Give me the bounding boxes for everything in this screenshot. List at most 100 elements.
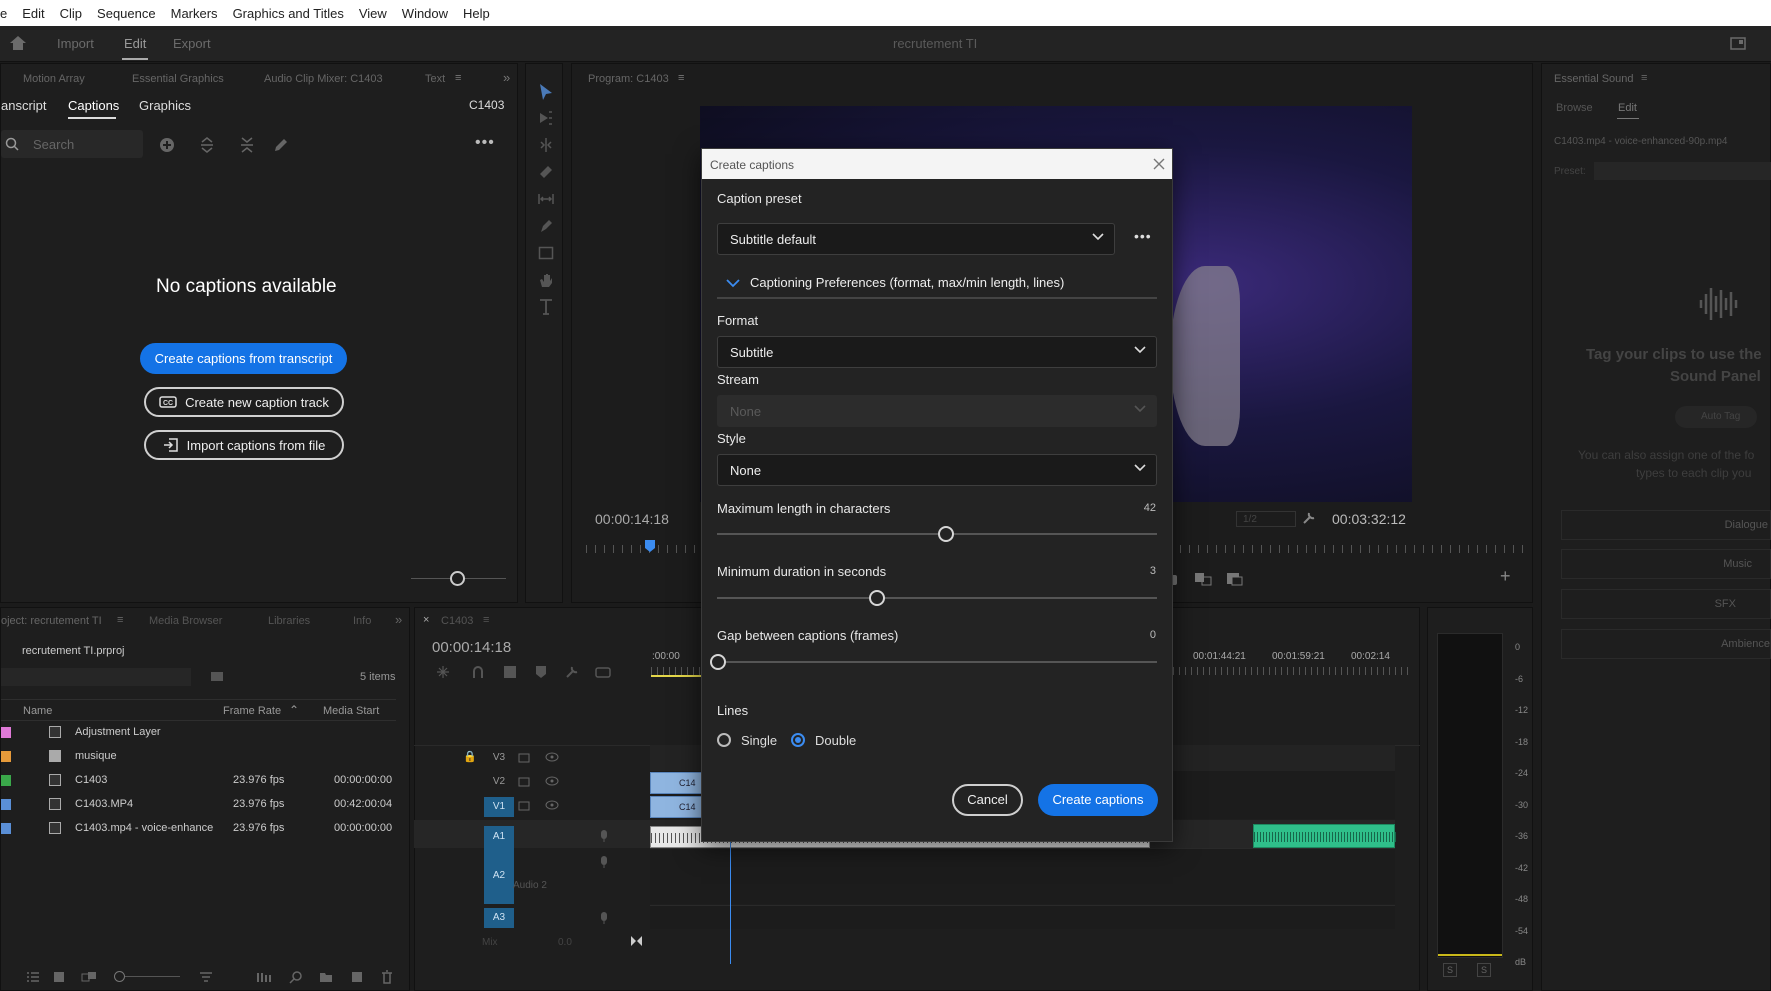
ambience-type-button[interactable]: Ambience — [1561, 629, 1771, 659]
subtab-transcript[interactable]: anscript — [1, 98, 47, 113]
v1-toggle-output-icon[interactable] — [518, 800, 530, 812]
pen-icon[interactable] — [538, 218, 554, 234]
linked-icon[interactable] — [503, 665, 517, 679]
trash-icon[interactable] — [381, 970, 393, 984]
edit-tab[interactable]: Edit — [124, 36, 146, 51]
slip-icon[interactable] — [538, 191, 554, 207]
add-caption-icon[interactable] — [159, 137, 175, 153]
a2-label[interactable]: A2 — [484, 848, 514, 904]
double-radio[interactable] — [791, 733, 805, 747]
max-length-knob[interactable] — [938, 526, 954, 542]
tab-essential-graphics[interactable]: Essential Graphics — [132, 73, 224, 85]
v2-label[interactable]: V2 — [484, 772, 514, 792]
menu-help[interactable]: Help — [463, 6, 490, 21]
label-color-swatch[interactable] — [1, 775, 11, 786]
tab-text[interactable]: Text — [425, 73, 445, 85]
menu-edit[interactable]: Edit — [22, 6, 44, 21]
single-radio[interactable] — [717, 733, 731, 747]
caption-preset-select[interactable]: Subtitle default — [717, 223, 1115, 255]
list-view-icon[interactable] — [26, 971, 40, 983]
v2-toggle-output-icon[interactable] — [518, 776, 530, 788]
captioning-preferences-toggle[interactable]: Captioning Preferences (format, max/min … — [750, 275, 1064, 290]
tab-libraries[interactable]: Libraries — [268, 615, 310, 627]
home-icon[interactable] — [9, 35, 27, 51]
hand-icon[interactable] — [538, 272, 554, 288]
v3-toggle-output-icon[interactable] — [518, 752, 530, 764]
new-bin-icon[interactable] — [319, 971, 333, 983]
subtab-graphics[interactable]: Graphics — [139, 98, 191, 113]
find-icon[interactable] — [289, 970, 303, 984]
timeline-tab[interactable]: C1403 — [441, 615, 473, 627]
v3-lock-icon[interactable]: 🔒 — [463, 750, 477, 763]
prefs-chevron-icon[interactable] — [726, 279, 740, 288]
music-type-button[interactable]: Music — [1561, 549, 1771, 579]
timeline-menu-icon[interactable]: ≡ — [483, 614, 489, 626]
type-tool-icon[interactable] — [538, 298, 554, 316]
timeline-close-icon[interactable]: × — [423, 614, 429, 626]
style-select[interactable]: None — [717, 454, 1157, 486]
track-select-icon[interactable] — [538, 110, 554, 126]
tab-audio-clip-mixer[interactable]: Audio Clip Mixer: C1403 — [264, 73, 383, 85]
collapse-icon[interactable] — [239, 136, 255, 154]
es-tab-edit[interactable]: Edit — [1618, 102, 1637, 114]
music-clip[interactable] — [1253, 824, 1396, 848]
create-from-transcript-button[interactable]: Create captions from transcript — [140, 343, 347, 374]
project-list-item[interactable]: C1403.MP4 23.976 fps 00:42:00:04 — [1, 793, 396, 816]
es-menu-icon[interactable]: ≡ — [1641, 72, 1647, 84]
workspace-icon[interactable] — [1730, 36, 1746, 50]
timeline-timecode[interactable]: 00:00:14:18 — [432, 639, 511, 656]
menu-clip[interactable]: Clip — [60, 6, 82, 21]
nest-icon[interactable] — [436, 665, 450, 679]
caption-track-icon[interactable] — [595, 667, 611, 678]
preset-more-icon[interactable]: ••• — [1134, 228, 1152, 244]
razor-icon[interactable] — [538, 164, 554, 180]
export-tab[interactable]: Export — [173, 36, 211, 51]
tab-media-browser[interactable]: Media Browser — [149, 615, 222, 627]
tab-info[interactable]: Info — [353, 615, 371, 627]
overflow-icon[interactable]: » — [503, 70, 510, 85]
tab-project[interactable]: oject: recrutement TI — [1, 615, 102, 627]
v2-eye-icon[interactable] — [545, 776, 559, 786]
search-input[interactable]: Search — [1, 130, 143, 158]
v3-eye-icon[interactable] — [545, 752, 559, 762]
compare-icon[interactable] — [1194, 572, 1212, 586]
a3-mic-icon[interactable] — [598, 911, 610, 925]
create-caption-track-button[interactable]: CC Create new caption track — [144, 387, 344, 417]
close-icon[interactable] — [1153, 158, 1165, 170]
menu-file[interactable]: e — [0, 6, 7, 21]
program-timecode-current[interactable]: 00:00:14:18 — [595, 511, 669, 527]
playhead-marker[interactable] — [644, 539, 656, 553]
snap-icon[interactable] — [471, 665, 485, 679]
project-overflow-icon[interactable]: » — [395, 612, 402, 627]
solo-right-button[interactable]: S — [1477, 963, 1491, 977]
new-item-icon[interactable] — [351, 971, 363, 983]
timeline-playhead[interactable] — [730, 838, 731, 964]
zoom-slider-knob[interactable] — [450, 571, 465, 586]
a1-label[interactable]: A1 — [484, 826, 514, 848]
import-tab[interactable]: Import — [57, 36, 94, 51]
edit-pencil-icon[interactable] — [273, 137, 289, 153]
label-color-swatch[interactable] — [1, 727, 11, 738]
v1-eye-icon[interactable] — [545, 800, 559, 810]
col-name[interactable]: Name — [23, 705, 52, 717]
tab-motion-array[interactable]: Motion Array — [23, 73, 85, 85]
v3-label[interactable]: V3 — [484, 748, 514, 768]
ripple-edit-icon[interactable] — [538, 137, 554, 153]
cancel-button[interactable]: Cancel — [952, 784, 1023, 816]
double-label[interactable]: Double — [815, 733, 856, 748]
playback-resolution-select[interactable]: 1/2 — [1236, 511, 1296, 527]
es-tab-browse[interactable]: Browse — [1556, 102, 1593, 114]
max-length-slider[interactable] — [717, 533, 1157, 535]
menu-markers[interactable]: Markers — [171, 6, 218, 21]
freeform-view-icon[interactable] — [81, 971, 97, 983]
subtab-captions[interactable]: Captions — [68, 98, 119, 113]
col-frame-rate[interactable]: Frame Rate — [223, 705, 281, 717]
export-frame-icon[interactable] — [1226, 572, 1244, 586]
sfx-type-button[interactable]: SFX — [1561, 589, 1771, 619]
menu-graphics[interactable]: Graphics and Titles — [233, 6, 344, 21]
dialogue-type-button[interactable]: Dialogue — [1561, 510, 1771, 540]
menu-view[interactable]: View — [359, 6, 387, 21]
gap-knob[interactable] — [710, 654, 726, 670]
sort-ascending-icon[interactable]: ⌃ — [289, 703, 299, 717]
rectangle-icon[interactable] — [538, 245, 554, 261]
